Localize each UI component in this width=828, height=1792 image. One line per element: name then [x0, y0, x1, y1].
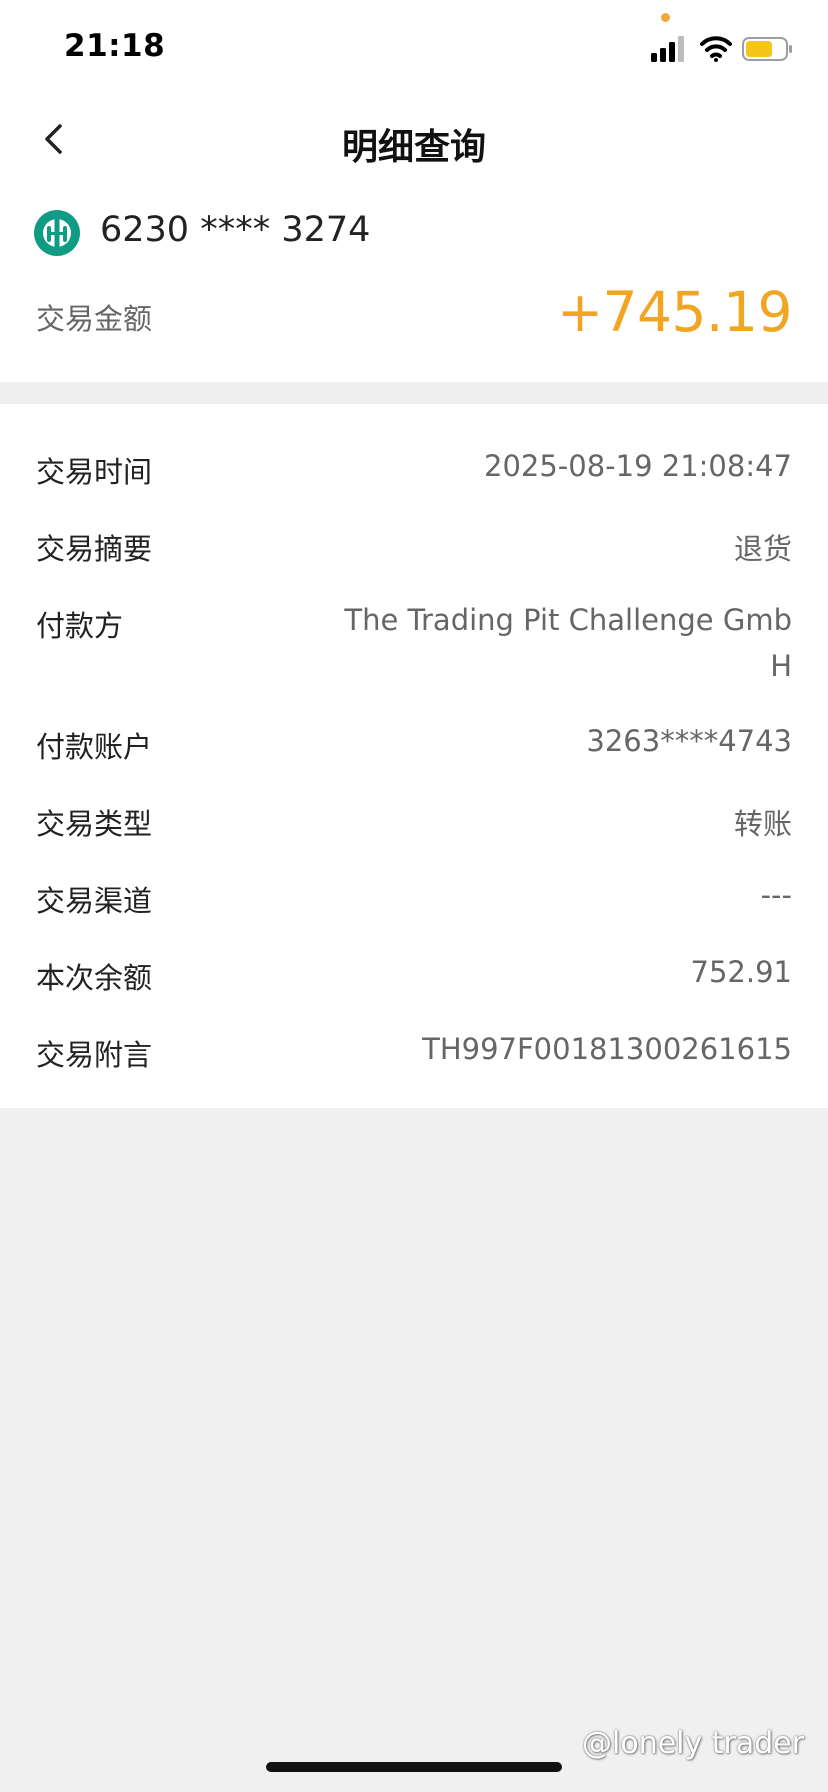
account-number: 6230 **** 3274	[100, 210, 371, 250]
privacy-indicator-dot	[661, 13, 670, 22]
account-summary-card: 6230 **** 3274 交易金额 +745.19	[0, 186, 828, 382]
status-bar: 21:18	[0, 0, 828, 96]
detail-label: 交易类型	[36, 807, 153, 841]
detail-label: 交易附言	[36, 1038, 153, 1072]
status-time: 21:18	[64, 28, 166, 64]
amount-value: +745.19	[556, 280, 793, 344]
detail-value: TH997F00181300261615	[422, 1032, 792, 1066]
transaction-details-card: 交易时间 2025-08-19 21:08:47 交易摘要 退货 付款方 The…	[0, 404, 828, 1108]
bank-logo-icon	[34, 210, 80, 256]
nav-header: 明细查询	[0, 96, 828, 186]
detail-label: 付款账户	[36, 730, 153, 764]
detail-label: 交易摘要	[36, 532, 153, 566]
watermark: @lonely trader	[582, 1726, 805, 1761]
detail-value: ---	[760, 878, 792, 912]
detail-value: 2025-08-19 21:08:47	[484, 449, 792, 483]
detail-value: The Trading Pit Challenge GmbH	[344, 603, 792, 683]
detail-value: 752.91	[690, 955, 792, 989]
section-divider	[0, 382, 828, 404]
home-indicator[interactable]	[266, 1762, 562, 1772]
detail-value: 3263****4743	[586, 724, 792, 758]
detail-label: 交易渠道	[36, 884, 153, 918]
detail-value: 转账	[733, 807, 792, 841]
detail-label: 付款方	[36, 609, 124, 643]
page-title: 明细查询	[341, 127, 486, 168]
amount-label: 交易金额	[36, 302, 153, 336]
wifi-icon	[700, 36, 732, 62]
detail-label: 本次余额	[36, 961, 153, 995]
signal-icon	[651, 36, 684, 62]
detail-value: 退货	[733, 532, 792, 566]
detail-label: 交易时间	[36, 455, 153, 489]
battery-icon	[742, 37, 792, 61]
